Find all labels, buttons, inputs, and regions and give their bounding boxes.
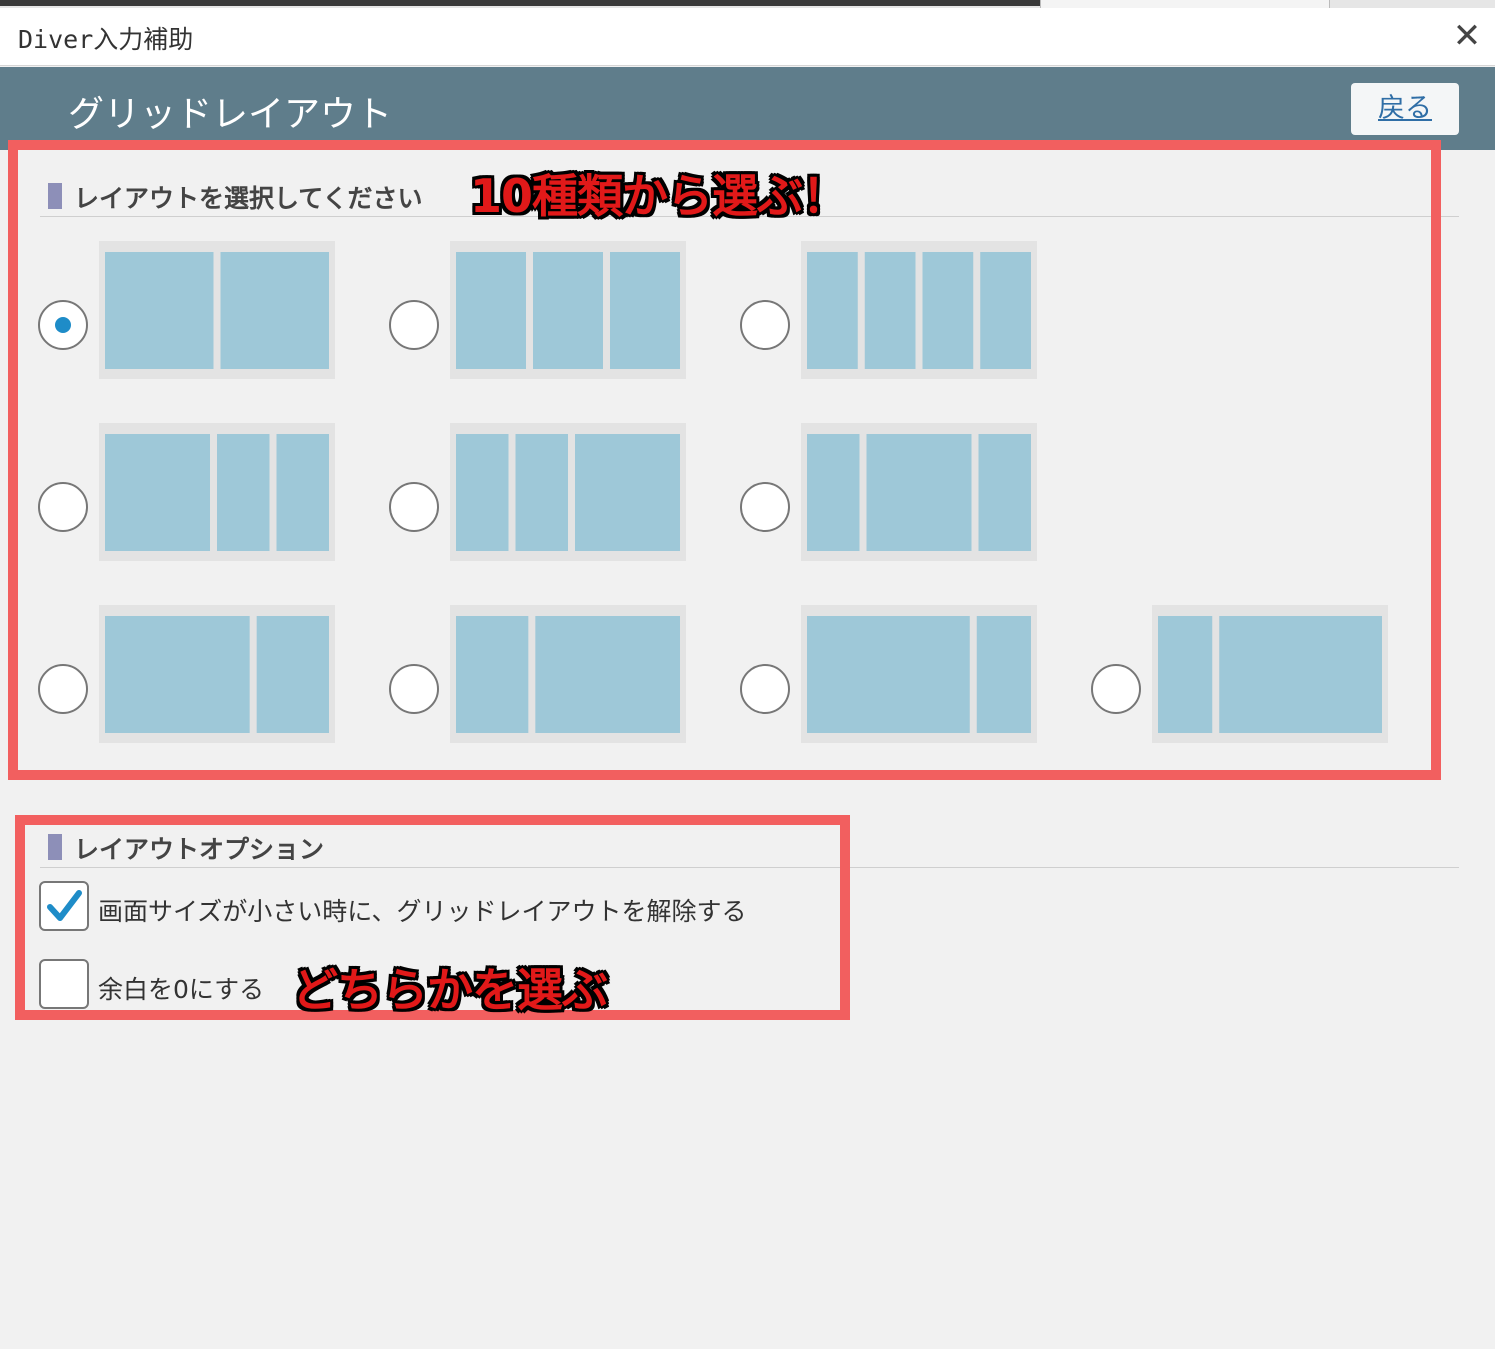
annotation-layouts: 10種類から選ぶ！ (470, 169, 848, 223)
top-strip-tab (1040, 0, 1330, 8)
page-header: グリッドレイアウト 戻る (0, 67, 1495, 150)
top-strip (0, 0, 1495, 8)
annotation-options: どちらかを選ぶ (292, 963, 608, 1017)
dialog-titlebar: Diver入力補助 ✕ (0, 8, 1495, 66)
top-strip-dark (0, 0, 1040, 6)
close-icon[interactable]: ✕ (1449, 18, 1485, 54)
annotation-box-layouts (8, 140, 1441, 780)
dialog-title: Diver入力補助 (18, 25, 194, 54)
page-title: グリッドレイアウト (68, 94, 393, 135)
back-button[interactable]: 戻る (1351, 83, 1459, 135)
